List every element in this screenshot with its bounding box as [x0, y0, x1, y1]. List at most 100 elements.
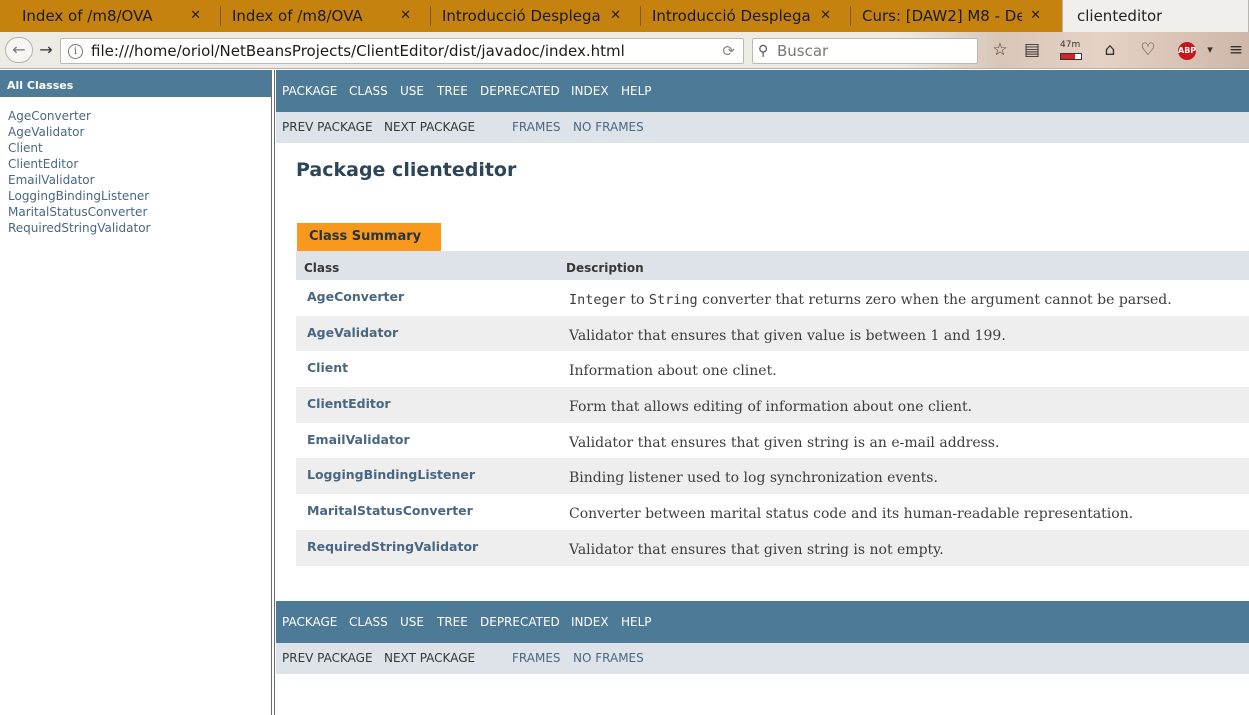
info-icon[interactable]: i: [68, 44, 83, 59]
class-list: AgeConverter AgeValidator Client ClientE…: [8, 108, 150, 236]
table-header: Class Description: [296, 251, 1249, 280]
nav-help[interactable]: HELP: [621, 84, 652, 98]
table-row: EmailValidator Validator that ensures th…: [296, 422, 1249, 459]
nav-deprecated[interactable]: DEPRECATED: [480, 84, 560, 98]
timer-fill: [1061, 54, 1075, 59]
search-placeholder: Buscar: [777, 42, 829, 60]
nav-index[interactable]: INDEX: [571, 84, 609, 98]
tab-title: Introducció Desplega…: [442, 7, 602, 25]
class-link[interactable]: LoggingBindingListener: [8, 188, 150, 204]
frame-divider[interactable]: [271, 70, 275, 715]
search-input[interactable]: ⚲ Buscar: [752, 38, 978, 64]
adblock-icon[interactable]: ABP: [1178, 42, 1196, 60]
code-integer: Integer: [569, 292, 626, 308]
class-name-link[interactable]: AgeConverter: [307, 289, 404, 304]
browser-tab[interactable]: Curs: [DAW2] M8 - Des… ✕: [840, 0, 1050, 32]
browser-tab[interactable]: Index of /m8/OVA ✕: [210, 0, 420, 32]
close-icon[interactable]: ✕: [610, 0, 621, 32]
close-icon[interactable]: ✕: [1030, 0, 1041, 32]
next-package: NEXT PACKAGE: [384, 120, 476, 134]
class-name-link[interactable]: AgeValidator: [307, 325, 398, 340]
top-navbar: PACKAGE CLASS USE TREE DEPRECATED INDEX …: [276, 70, 1249, 112]
nav-use[interactable]: USE: [400, 84, 424, 98]
prev-package: PREV PACKAGE: [282, 120, 373, 134]
table-row: RequiredStringValidator Validator that e…: [296, 529, 1249, 566]
frames-link[interactable]: FRAMES: [512, 120, 561, 134]
class-link[interactable]: AgeConverter: [8, 108, 150, 124]
column-header-class: Class: [304, 261, 340, 275]
pocket-icon[interactable]: ♡: [1136, 38, 1160, 62]
class-name-link[interactable]: RequiredStringValidator: [307, 539, 478, 554]
browser-tab[interactable]: Index of /m8/OVA ✕: [0, 0, 210, 32]
class-link[interactable]: Client: [8, 140, 150, 156]
nav-package[interactable]: PACKAGE: [282, 615, 337, 629]
class-name-link[interactable]: Client: [307, 360, 348, 375]
class-name-link[interactable]: ClientEditor: [307, 396, 391, 411]
class-link[interactable]: MaritalStatusConverter: [8, 204, 150, 220]
class-description: Converter between marital status code an…: [569, 506, 1134, 523]
nav-deprecated[interactable]: DEPRECATED: [480, 615, 560, 629]
close-icon[interactable]: ✕: [820, 0, 831, 32]
table-row: ClientEditor Form that allows editing of…: [296, 387, 1249, 423]
url-text: file:///home/oriol/NetBeansProjects/Clie…: [91, 42, 625, 60]
close-icon[interactable]: ✕: [400, 0, 411, 32]
class-description: Binding listener used to log synchroniza…: [569, 470, 938, 487]
tab-title: clienteditor: [1077, 7, 1163, 25]
no-frames-link[interactable]: NO FRAMES: [573, 120, 644, 134]
tab-title: Index of /m8/OVA: [22, 7, 153, 25]
nav-package[interactable]: PACKAGE: [282, 84, 337, 98]
class-name-link[interactable]: MaritalStatusConverter: [307, 503, 473, 518]
nav-tree[interactable]: TREE: [437, 84, 468, 98]
menu-icon[interactable]: ≡: [1224, 38, 1248, 62]
tab-title: Index of /m8/OVA: [232, 7, 363, 25]
class-name-link[interactable]: LoggingBindingListener: [307, 467, 475, 482]
class-description: Integer to String converter that returns…: [569, 292, 1172, 308]
star-icon[interactable]: ☆: [988, 38, 1012, 62]
code-string: String: [648, 292, 698, 308]
table-row: AgeConverter Integer to String converter…: [296, 280, 1249, 316]
url-bar[interactable]: i file:///home/oriol/NetBeansProjects/Cl…: [60, 38, 744, 64]
bottom-subnav: PREV PACKAGE NEXT PACKAGE FRAMES NO FRAM…: [276, 643, 1249, 674]
class-link[interactable]: AgeValidator: [8, 124, 150, 140]
column-header-description: Description: [566, 261, 644, 275]
desc-rest: converter that returns zero when the arg…: [697, 292, 1172, 308]
tab-title: Introducció Desplega…: [652, 7, 812, 25]
table-row: MaritalStatusConverter Converter between…: [296, 494, 1249, 530]
reload-icon[interactable]: ⟳: [722, 39, 735, 63]
no-frames-link[interactable]: NO FRAMES: [573, 651, 644, 665]
close-icon[interactable]: ✕: [190, 0, 201, 32]
class-link[interactable]: RequiredStringValidator: [8, 220, 150, 236]
package-frame: PACKAGE CLASS USE TREE DEPRECATED INDEX …: [276, 70, 1249, 715]
nav-index[interactable]: INDEX: [571, 615, 609, 629]
timer-label: 47m: [1060, 40, 1081, 50]
all-classes-heading: All Classes: [0, 70, 271, 97]
home-icon[interactable]: ⌂: [1098, 38, 1122, 62]
search-icon: ⚲: [758, 43, 769, 59]
navigation-toolbar: ← → i file:///home/oriol/NetBeansProject…: [0, 32, 1249, 69]
browser-tab-active[interactable]: clienteditor: [1062, 0, 1249, 32]
back-arrow-icon[interactable]: ←: [5, 37, 33, 63]
forward-arrow-icon[interactable]: →: [33, 38, 59, 63]
nav-class[interactable]: CLASS: [349, 84, 388, 98]
table-row: AgeValidator Validator that ensures that…: [296, 315, 1249, 352]
nav-use[interactable]: USE: [400, 615, 424, 629]
class-name-link[interactable]: EmailValidator: [307, 432, 410, 447]
chevron-down-icon[interactable]: ▾: [1198, 38, 1222, 62]
top-subnav: PREV PACKAGE NEXT PACKAGE FRAMES NO FRAM…: [276, 112, 1249, 143]
all-classes-frame: All Classes AgeConverter AgeValidator Cl…: [0, 70, 271, 715]
class-summary-caption: Class Summary: [297, 223, 441, 251]
class-description: Validator that ensures that given string…: [569, 434, 1000, 451]
nav-class[interactable]: CLASS: [349, 615, 388, 629]
table-row: Client Information about one clinet.: [296, 351, 1249, 388]
nav-help[interactable]: HELP: [621, 615, 652, 629]
nav-tree[interactable]: TREE: [437, 615, 468, 629]
class-description: Validator that ensures that given string…: [569, 541, 944, 558]
timer-bar[interactable]: [1060, 53, 1082, 60]
class-link[interactable]: EmailValidator: [8, 172, 150, 188]
class-link[interactable]: ClientEditor: [8, 156, 150, 172]
browser-tab[interactable]: Introducció Desplega… ✕: [420, 0, 630, 32]
frames-link[interactable]: FRAMES: [512, 651, 561, 665]
browser-tab[interactable]: Introducció Desplega… ✕: [630, 0, 840, 32]
prev-package: PREV PACKAGE: [282, 651, 373, 665]
reading-list-icon[interactable]: ▤: [1020, 38, 1044, 62]
